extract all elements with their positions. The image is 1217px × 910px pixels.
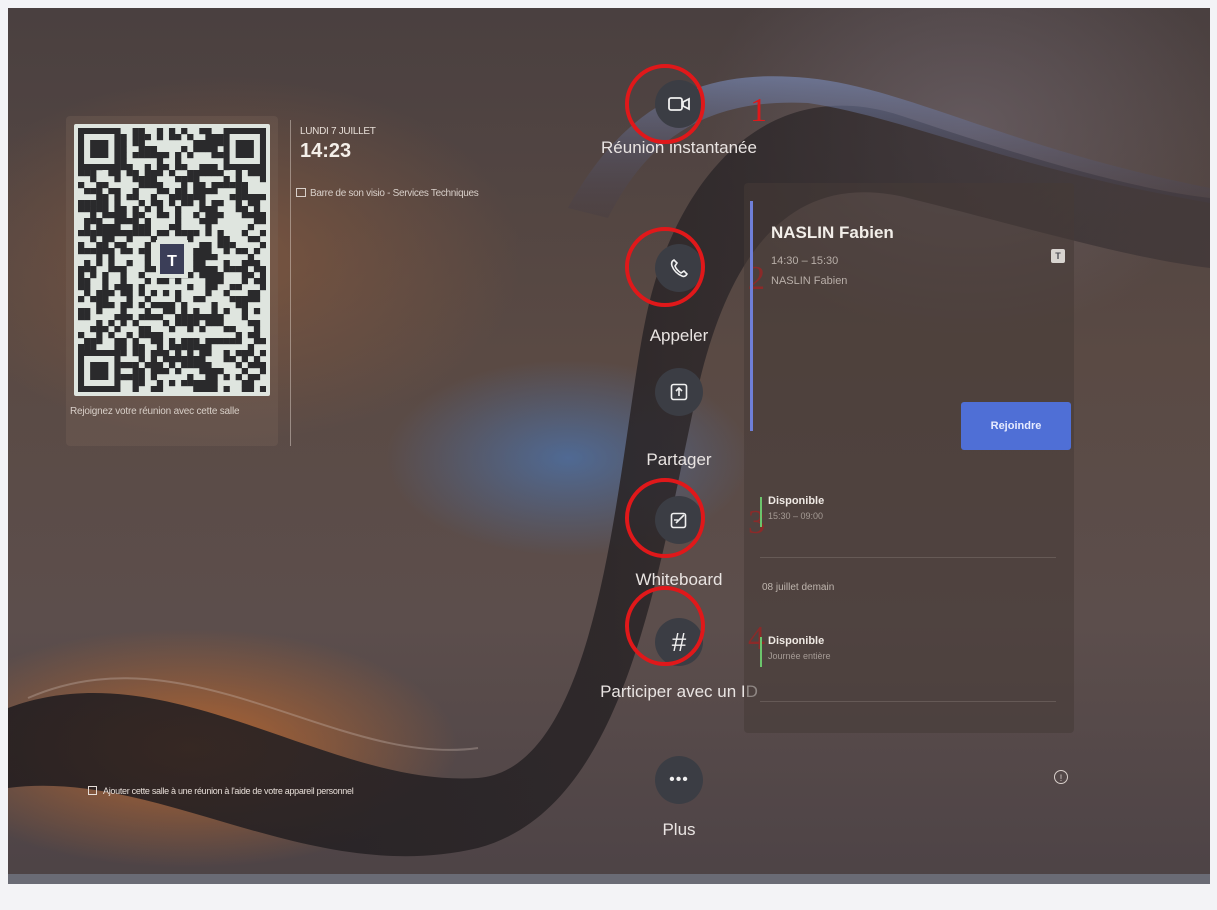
teams-icon: T [1051,249,1065,263]
annotation-ring-4 [625,586,705,666]
calendar-panel: NASLIN Fabien 14:30 – 15:30 NASLIN Fabie… [744,183,1074,733]
meeting-organizer: NASLIN Fabien [771,275,848,287]
info-icon[interactable]: ! [1054,770,1068,784]
qr-code: T [74,124,270,396]
slot-title: Disponible [768,495,825,507]
room-label: Barre de son visio - Services Techniques [296,188,479,199]
teams-room-screen: T Rejoignez votre réunion avec cette sal… [8,8,1210,884]
slot-time: Journée entière [768,651,831,661]
qr-code-panel: T Rejoignez votre réunion avec cette sal… [66,116,278,446]
share-screen-icon[interactable] [655,368,703,416]
more-label: Plus [662,820,696,839]
availability-bar [760,497,762,527]
time-label: 14:23 [300,140,352,162]
meeting-time: 14:30 – 15:30 [771,255,839,267]
device-icon [88,786,97,795]
header-divider [290,120,291,446]
date-label: LUNDI 7 JUILLET [300,126,376,137]
teams-logo: T [167,253,177,270]
annotation-number-1: 1 [750,92,767,129]
annotation-ring-1 [625,64,705,144]
qr-caption: Rejoignez votre réunion avec cette salle [70,406,240,417]
availability-bar [760,637,762,667]
footer-hint-text: Ajouter cette salle à une réunion à l'ai… [103,786,354,796]
room-icon [296,188,306,197]
room-name: Barre de son visio - Services Techniques [310,188,479,199]
footer-hint: Ajouter cette salle à une réunion à l'ai… [88,786,354,796]
slot-time: 15:30 – 09:00 [768,511,824,521]
qr-code-pattern: T [78,128,266,392]
day-label: 08 juillet demain [762,582,835,593]
annotation-ring-2 [625,227,705,307]
more-icon[interactable]: ••• [655,756,703,804]
slot-title: Disponible [768,635,825,647]
meeting-card[interactable]: NASLIN Fabien 14:30 – 15:30 NASLIN Fabie… [750,201,1071,450]
meeting-title: NASLIN Fabien [771,223,894,242]
join-button[interactable]: Rejoindre [961,402,1071,450]
bottom-strip [8,874,1210,884]
slot-divider [760,701,1056,702]
annotation-ring-3 [625,478,705,558]
slot-divider [760,557,1056,558]
